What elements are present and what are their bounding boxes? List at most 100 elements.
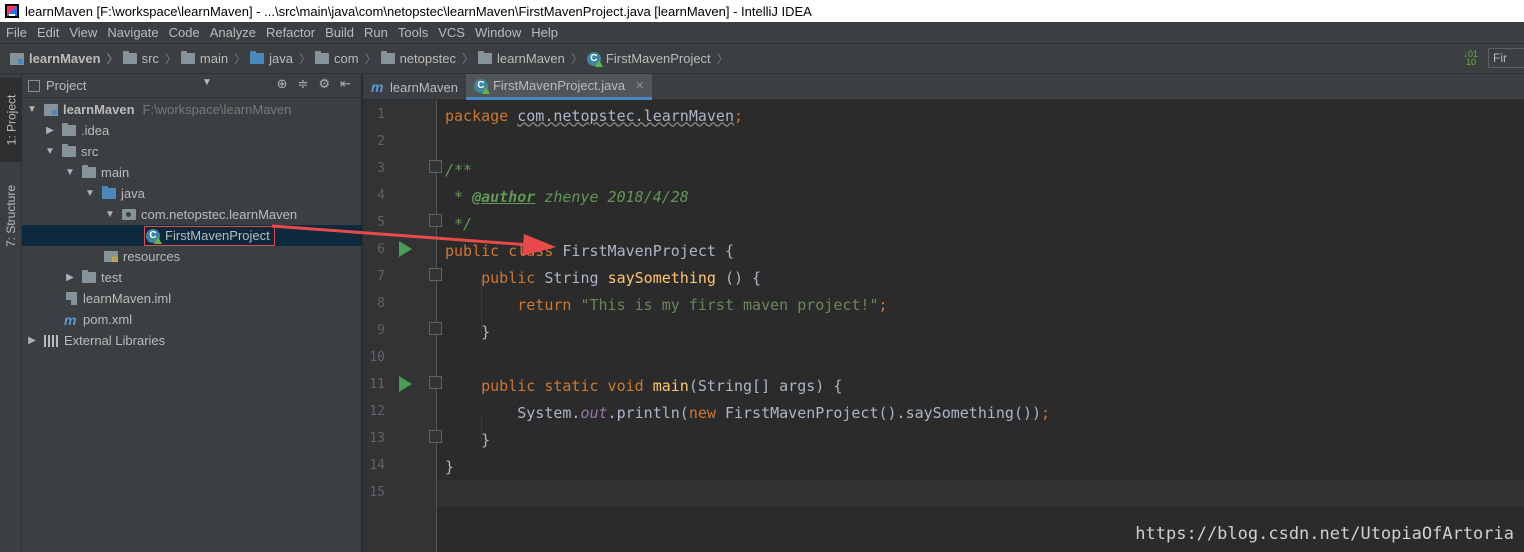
breadcrumb-com[interactable]: com 〉 [315, 50, 377, 67]
menu-file[interactable]: File [6, 25, 27, 40]
code-line-7: public String saySomething () { [445, 264, 761, 291]
line-number: 1 [377, 107, 385, 122]
sort-icon[interactable]: ↓01 10 [1463, 50, 1478, 67]
fold-down-icon[interactable] [429, 376, 442, 389]
code-identifier: .println( [607, 403, 689, 422]
collapsed-arrow-icon[interactable]: ▶ [44, 125, 56, 136]
code-line-9: } [445, 322, 491, 341]
project-panel-title[interactable]: Project [46, 78, 86, 93]
expanded-arrow-icon[interactable]: ▼ [84, 188, 96, 199]
breadcrumb-main[interactable]: main 〉 [180, 50, 247, 67]
current-line-highlight [437, 480, 1524, 507]
fold-down-icon[interactable] [429, 268, 442, 281]
breadcrumb-netopstec[interactable]: netopstec 〉 [380, 50, 474, 67]
tree-item-label: FirstMavenProject [165, 228, 270, 243]
tree-item-test[interactable]: ▶ test [22, 267, 362, 288]
expanded-arrow-icon[interactable]: ▼ [64, 167, 76, 178]
breadcrumb-java[interactable]: java 〉 [250, 50, 311, 67]
breadcrumb-label: FirstMavenProject [605, 51, 711, 66]
folder-icon [82, 165, 96, 178]
code-editor[interactable]: 1 2 3 4 5 6 7 8 9 10 11 12 13 14 15 pack… [363, 100, 1524, 552]
expanded-arrow-icon[interactable]: ▼ [44, 146, 56, 157]
run-main-icon[interactable] [399, 376, 412, 392]
menu-code[interactable]: Code [169, 25, 200, 40]
tree-item-firstmavenproject[interactable]: C FirstMavenProject [22, 225, 362, 246]
breadcrumb-label: java [269, 51, 293, 66]
left-tool-strip: 1: Project 7: Structure [0, 74, 22, 552]
tree-item-label: learnMaven [63, 102, 135, 117]
breadcrumb-firstmavenproject[interactable]: C FirstMavenProject 〉 [586, 50, 729, 67]
tree-item-learnmaven[interactable]: ▼ learnMaven F:\workspace\learnMaven [22, 99, 362, 120]
menu-analyze[interactable]: Analyze [210, 25, 256, 40]
line-number: 13 [369, 431, 385, 446]
menu-navigate[interactable]: Navigate [107, 25, 158, 40]
collapsed-arrow-icon[interactable]: ▶ [64, 272, 76, 283]
tab-firstmavenproject-java[interactable]: C FirstMavenProject.java ✕ [465, 74, 653, 100]
code-punct: ; [878, 295, 888, 314]
fold-up-icon[interactable] [429, 430, 442, 443]
hide-panel-icon[interactable]: ⇤ [340, 76, 351, 92]
fold-up-icon[interactable] [429, 322, 442, 335]
fold-down-icon[interactable] [429, 160, 442, 173]
chevron-down-icon[interactable]: ▼ [202, 77, 212, 88]
tree-item-iml[interactable]: learnMaven.iml [22, 288, 362, 309]
tool-tab-structure[interactable]: 7: Structure [0, 170, 22, 262]
breadcrumb-src[interactable]: src 〉 [122, 50, 177, 67]
module-icon [10, 52, 24, 65]
collapse-all-icon[interactable]: ≑ [298, 76, 309, 92]
tab-learnmaven[interactable]: m learnMaven [363, 74, 466, 100]
package-icon [122, 209, 136, 220]
menu-refactor[interactable]: Refactor [266, 25, 315, 40]
code-keyword: package [445, 106, 518, 125]
code-punct: (String[] args) { [688, 376, 843, 395]
package-icon [380, 51, 395, 64]
collapsed-arrow-icon[interactable]: ▶ [26, 335, 38, 346]
tree-item-idea[interactable]: ▶ .idea [22, 120, 362, 141]
tree-item-java[interactable]: ▼ java [22, 183, 362, 204]
tree-item-label: test [101, 270, 122, 285]
tree-item-src[interactable]: ▼ src [22, 141, 362, 162]
class-icon: C [473, 78, 490, 94]
code-line-1: package com.netopstec.learnMaven; [445, 102, 743, 129]
expanded-arrow-icon[interactable]: ▼ [26, 104, 38, 115]
separator-icon: 〉 [234, 52, 247, 66]
tree-item-resources[interactable]: resources [22, 246, 362, 267]
highlight-box: C FirstMavenProject [144, 225, 275, 246]
line-number: 9 [377, 323, 385, 338]
tree-item-package[interactable]: ▼ com.netopstec.learnMaven [22, 204, 362, 225]
menu-edit[interactable]: Edit [37, 25, 59, 40]
menu-vcs[interactable]: VCS [438, 25, 465, 40]
tool-tab-project[interactable]: 1: Project [0, 78, 22, 162]
editor-gutter: 1 2 3 4 5 6 7 8 9 10 11 12 13 14 15 [363, 100, 442, 552]
tree-item-label: java [121, 186, 145, 201]
code-line-13: } [445, 430, 491, 449]
code-punct: ; [1041, 403, 1051, 422]
scroll-from-source-icon[interactable]: ⊕ [277, 76, 288, 92]
menu-build[interactable]: Build [325, 25, 354, 40]
breadcrumb-label: netopstec [399, 51, 456, 66]
code-method: saySomething [607, 268, 716, 287]
menu-view[interactable]: View [69, 25, 97, 40]
fold-up-icon[interactable] [429, 214, 442, 227]
menu-run[interactable]: Run [364, 25, 388, 40]
run-configuration-selector[interactable]: Fir [1488, 48, 1524, 68]
close-icon[interactable]: ✕ [635, 79, 644, 92]
project-panel: Project ▼ ⊕ ≑ ⚙ ⇤ ▼ learnMaven F:\worksp… [22, 74, 362, 552]
run-class-icon[interactable] [399, 241, 412, 257]
breadcrumb-learnmaven[interactable]: learnMaven 〉 [10, 50, 119, 67]
gear-icon[interactable]: ⚙ [318, 76, 330, 92]
code-line-11: public static void main (String[] args) { [445, 372, 842, 399]
code-doc-tag: @author [472, 187, 536, 206]
menu-help[interactable]: Help [531, 25, 558, 40]
tree-item-external-libraries[interactable]: ▶ External Libraries [22, 330, 362, 351]
menu-window[interactable]: Window [475, 25, 521, 40]
tree-item-pom[interactable]: m pom.xml [22, 309, 362, 330]
code-keyword: public static void [445, 376, 653, 395]
expanded-arrow-icon[interactable]: ▼ [104, 209, 116, 220]
breadcrumb-learnmaven-package[interactable]: learnMaven 〉 [477, 50, 583, 67]
tree-item-main[interactable]: ▼ main [22, 162, 362, 183]
code-comment: * [445, 187, 473, 206]
menu-tools[interactable]: Tools [398, 25, 428, 40]
tree-item-label: pom.xml [83, 312, 133, 327]
nav-toolbar: ↓01 10 Fir [1463, 48, 1524, 68]
